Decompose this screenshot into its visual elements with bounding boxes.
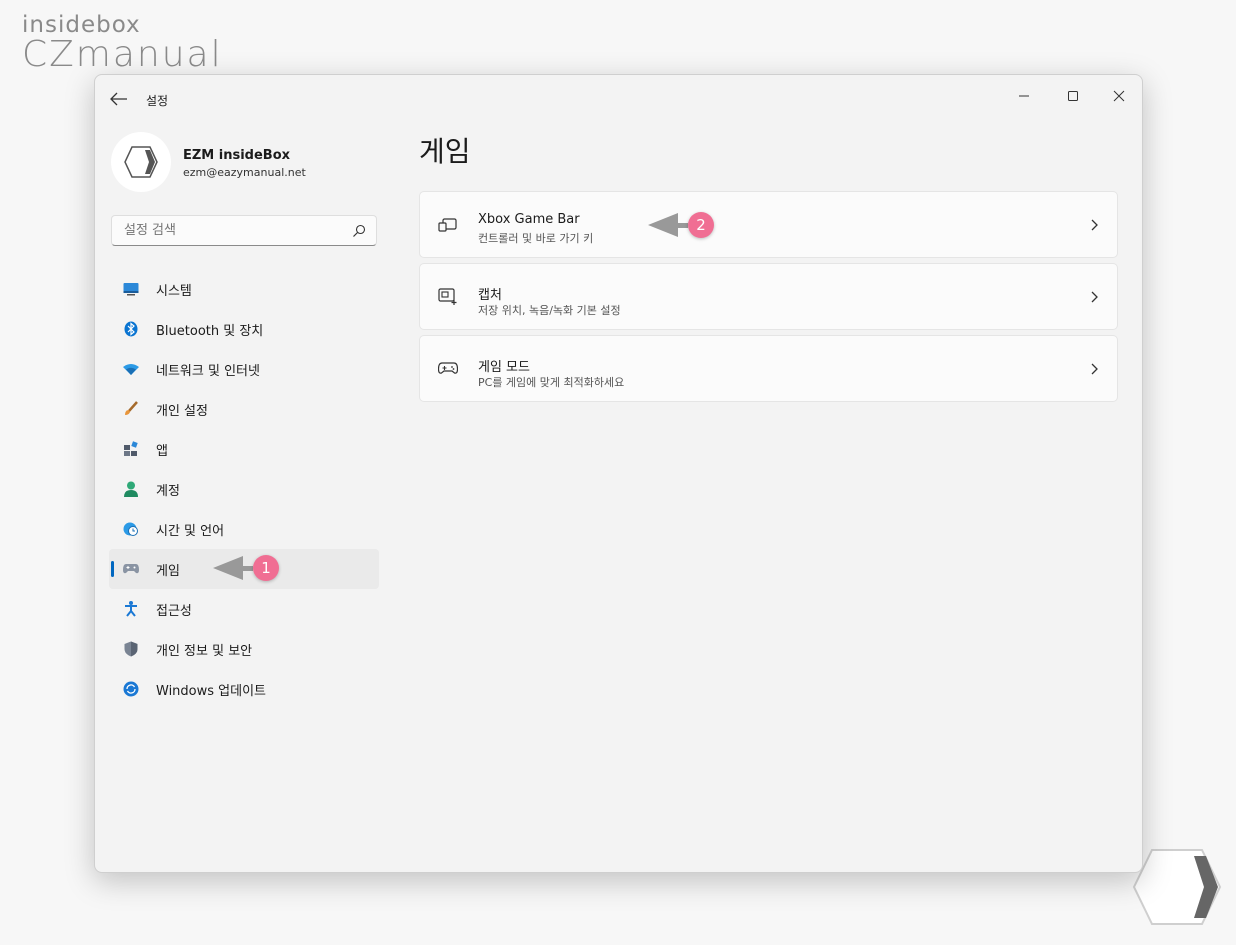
sidebar-item-label: 접근성: [156, 603, 192, 619]
sidebar-item-accessibility[interactable]: 접근성: [109, 589, 379, 629]
avatar-logo-icon: [124, 146, 158, 178]
sidebar-item-time-language[interactable]: 시간 및 언어: [109, 509, 379, 549]
gamepad-icon: [123, 564, 139, 574]
minimize-button[interactable]: [1001, 81, 1047, 111]
callout-step-2: 2: [648, 212, 714, 238]
callout-stem: [678, 222, 688, 228]
sidebar-item-label: Bluetooth 및 장치: [156, 323, 264, 339]
capture-icon: [438, 288, 457, 305]
game-mode-icon: [438, 362, 458, 374]
sidebar-item-label: Windows 업데이트: [156, 683, 267, 699]
chevron-right-icon: [1091, 363, 1098, 375]
sidebar-item-label: 게임: [156, 563, 180, 579]
callout-step-1: 1: [213, 555, 279, 581]
sidebar-item-label: 시간 및 언어: [156, 523, 225, 539]
user-name: EZM insideBox: [183, 148, 291, 163]
watermark-text: insidebox CZmanual: [22, 12, 223, 75]
minimize-icon: [1019, 95, 1029, 97]
search-box[interactable]: [111, 215, 377, 246]
maximize-button[interactable]: [1050, 81, 1096, 111]
accessibility-icon: [125, 601, 137, 617]
game-bar-icon: [438, 218, 457, 232]
settings-window: 설정 EZM insideBox ezm@eazymanual.net 시스템: [94, 74, 1143, 873]
step-badge-1: 1: [253, 555, 279, 581]
back-arrow-icon[interactable]: [109, 90, 129, 108]
watermark-line-2: CZmanual: [22, 34, 223, 75]
paint-brush-icon: [125, 401, 138, 415]
sidebar-item-label: 네트워크 및 인터넷: [156, 363, 260, 379]
card-capture[interactable]: 캡처 저장 위치, 녹음/녹화 기본 설정: [419, 263, 1118, 330]
chevron-right-icon: [1091, 219, 1098, 231]
sidebar-item-label: 개인 설정: [156, 403, 208, 419]
maximize-icon: [1068, 91, 1078, 101]
bluetooth-icon: [124, 321, 138, 337]
watermark-logo-icon: [1132, 849, 1222, 925]
shield-icon: [124, 641, 138, 657]
sidebar-item-privacy[interactable]: 개인 정보 및 보안: [109, 629, 379, 669]
sidebar-nav: 시스템 Bluetooth 및 장치 네트워크 및 인터넷 개인 설정 앱 계정…: [109, 269, 379, 709]
avatar[interactable]: [111, 132, 171, 192]
system-icon: [123, 283, 139, 296]
sidebar-item-windows-update[interactable]: Windows 업데이트: [109, 669, 379, 709]
card-title: 게임 모드: [478, 360, 530, 375]
page-title: 게임: [419, 135, 471, 168]
time-language-icon: [123, 522, 138, 536]
close-icon: [1113, 90, 1125, 102]
callout-stem: [243, 565, 253, 571]
sidebar-item-system[interactable]: 시스템: [109, 269, 379, 309]
apps-icon: [124, 441, 138, 456]
card-subtitle: PC를 게임에 맞게 최적화하세요: [478, 376, 625, 389]
card-title: 캡처: [478, 288, 502, 303]
close-button[interactable]: [1096, 81, 1142, 111]
sidebar-item-bluetooth[interactable]: Bluetooth 및 장치: [109, 309, 379, 349]
step-badge-2: 2: [688, 212, 714, 238]
title-bar: 설정: [95, 75, 1142, 121]
sidebar-item-label: 개인 정보 및 보안: [156, 643, 253, 659]
settings-cards: Xbox Game Bar 컨트롤러 및 바로 가기 키 캡처 저장 위치, 녹…: [419, 191, 1118, 407]
user-email: ezm@eazymanual.net: [183, 166, 306, 179]
card-subtitle: 저장 위치, 녹음/녹화 기본 설정: [478, 304, 621, 317]
account-icon: [124, 481, 138, 497]
search-icon: [353, 224, 366, 237]
sidebar-item-label: 시스템: [156, 283, 192, 299]
sidebar-item-network[interactable]: 네트워크 및 인터넷: [109, 349, 379, 389]
card-title: Xbox Game Bar: [478, 212, 580, 227]
update-icon: [123, 681, 139, 697]
card-game-mode[interactable]: 게임 모드 PC를 게임에 맞게 최적화하세요: [419, 335, 1118, 402]
callout-arrow: [648, 213, 678, 237]
sidebar-item-personalization[interactable]: 개인 설정: [109, 389, 379, 429]
chevron-right-icon: [1091, 291, 1098, 303]
callout-arrow: [213, 556, 243, 580]
sidebar-item-label: 앱: [156, 443, 168, 459]
wifi-icon: [123, 364, 139, 375]
sidebar-item-apps[interactable]: 앱: [109, 429, 379, 469]
app-title: 설정: [146, 94, 169, 108]
search-input[interactable]: [122, 222, 346, 239]
card-subtitle: 컨트롤러 및 바로 가기 키: [478, 232, 594, 245]
sidebar-item-accounts[interactable]: 계정: [109, 469, 379, 509]
sidebar-item-label: 계정: [156, 483, 180, 499]
card-xbox-game-bar[interactable]: Xbox Game Bar 컨트롤러 및 바로 가기 키: [419, 191, 1118, 258]
